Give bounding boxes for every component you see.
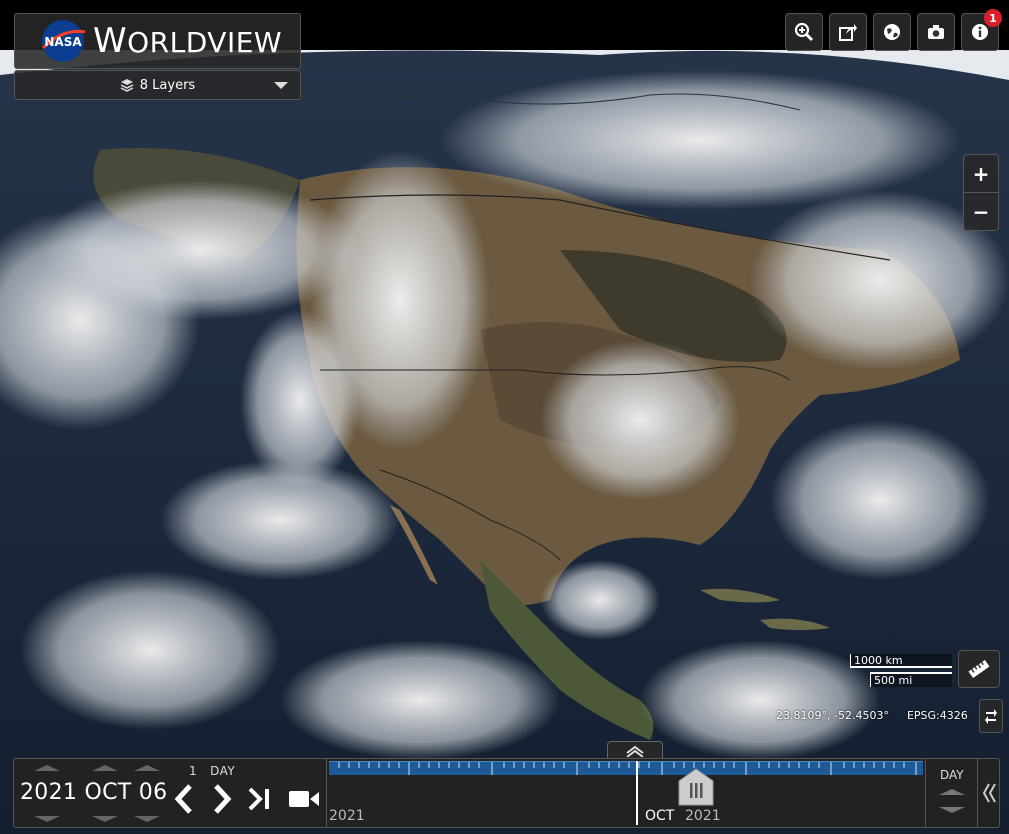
timeline-zoom-level: DAY (940, 768, 964, 782)
timeline-drag-handle[interactable] (675, 767, 717, 807)
current-date[interactable]: 2021 OCT 06 (20, 780, 167, 805)
timeline-bar: 2021 OCT 06 1 DAY 2021 OCT 2021 DAY (13, 758, 1000, 828)
day-up-arrow[interactable] (134, 765, 160, 771)
swap-arrows-icon (985, 709, 997, 724)
camera-icon (928, 25, 944, 39)
year-up-arrow[interactable] (34, 765, 60, 771)
timeline-track[interactable]: 2021 OCT 2021 (326, 759, 925, 827)
projection-globe-icon (884, 24, 900, 40)
snapshot-button[interactable] (917, 13, 955, 51)
interval-unit: DAY (210, 764, 236, 778)
zoom-level-up-arrow[interactable] (939, 789, 965, 795)
timeline-expand-button[interactable] (607, 741, 663, 759)
timeline-month-label: OCT (645, 808, 675, 824)
animation-button[interactable] (288, 789, 320, 809)
date-selector: 2021 OCT 06 1 DAY (14, 759, 326, 827)
search-zoom-button[interactable] (785, 13, 823, 51)
coordinate-format-button[interactable] (979, 699, 1003, 733)
interval-amount: 1 (189, 764, 198, 778)
app-title: WORLDVIEW (93, 21, 283, 61)
layers-toggle-button[interactable]: 8 Layers (14, 70, 301, 100)
scale-km-label: 1000 km (850, 654, 952, 668)
timeline-collapse-button[interactable] (977, 759, 1000, 827)
previous-day-button[interactable] (170, 783, 198, 815)
layers-label: 8 Layers (139, 77, 196, 93)
chevron-down-icon (274, 82, 288, 89)
month-down-arrow[interactable] (92, 816, 118, 822)
timeline-zoom-selector[interactable]: DAY (925, 759, 978, 827)
app-branding[interactable]: NASA WORLDVIEW (14, 13, 301, 69)
timeline-year-label-left: 2021 (329, 808, 365, 824)
month-up-arrow[interactable] (92, 765, 118, 771)
projection-readout: EPSG:4326 (906, 709, 968, 722)
day-down-arrow[interactable] (134, 816, 160, 822)
timeline-current-date-line (636, 761, 638, 825)
share-icon (839, 24, 857, 41)
ruler-icon (968, 659, 990, 679)
double-chevron-up-icon (626, 745, 644, 757)
share-button[interactable] (829, 13, 867, 51)
zoom-controls: + − (963, 154, 999, 231)
zoom-out-button[interactable]: − (964, 192, 998, 230)
toolbar: 1 (785, 9, 1002, 51)
coordinates-display[interactable]: 23.8109°, -52.4503° EPSG:4326 (776, 709, 968, 722)
nasa-logo-icon: NASA (41, 20, 86, 62)
double-chevron-left-icon (982, 783, 996, 803)
zoom-in-button[interactable]: + (964, 155, 998, 192)
scale-mi-label: 500 mi (870, 672, 952, 687)
projection-button[interactable] (873, 13, 911, 51)
zoom-search-icon (794, 22, 814, 42)
year-down-arrow[interactable] (34, 816, 60, 822)
timeline-ticks (329, 761, 923, 775)
layers-icon (120, 79, 134, 92)
worldview-app: NASA WORLDVIEW 8 Layers 1 + − 1000 km 50… (0, 0, 1009, 834)
svg-text:NASA: NASA (44, 35, 82, 49)
zoom-level-down-arrow[interactable] (939, 807, 965, 813)
info-button[interactable]: 1 (961, 9, 1002, 51)
lat-lon-readout: 23.8109°, -52.4503° (776, 709, 889, 722)
jump-to-latest-button[interactable] (246, 787, 274, 811)
timeline-year-label: 2021 (685, 808, 721, 824)
interval-selector[interactable]: 1 DAY (189, 764, 235, 778)
measure-button[interactable] (958, 650, 1000, 688)
notification-badge: 1 (984, 9, 1002, 27)
next-day-button[interactable] (208, 783, 236, 815)
